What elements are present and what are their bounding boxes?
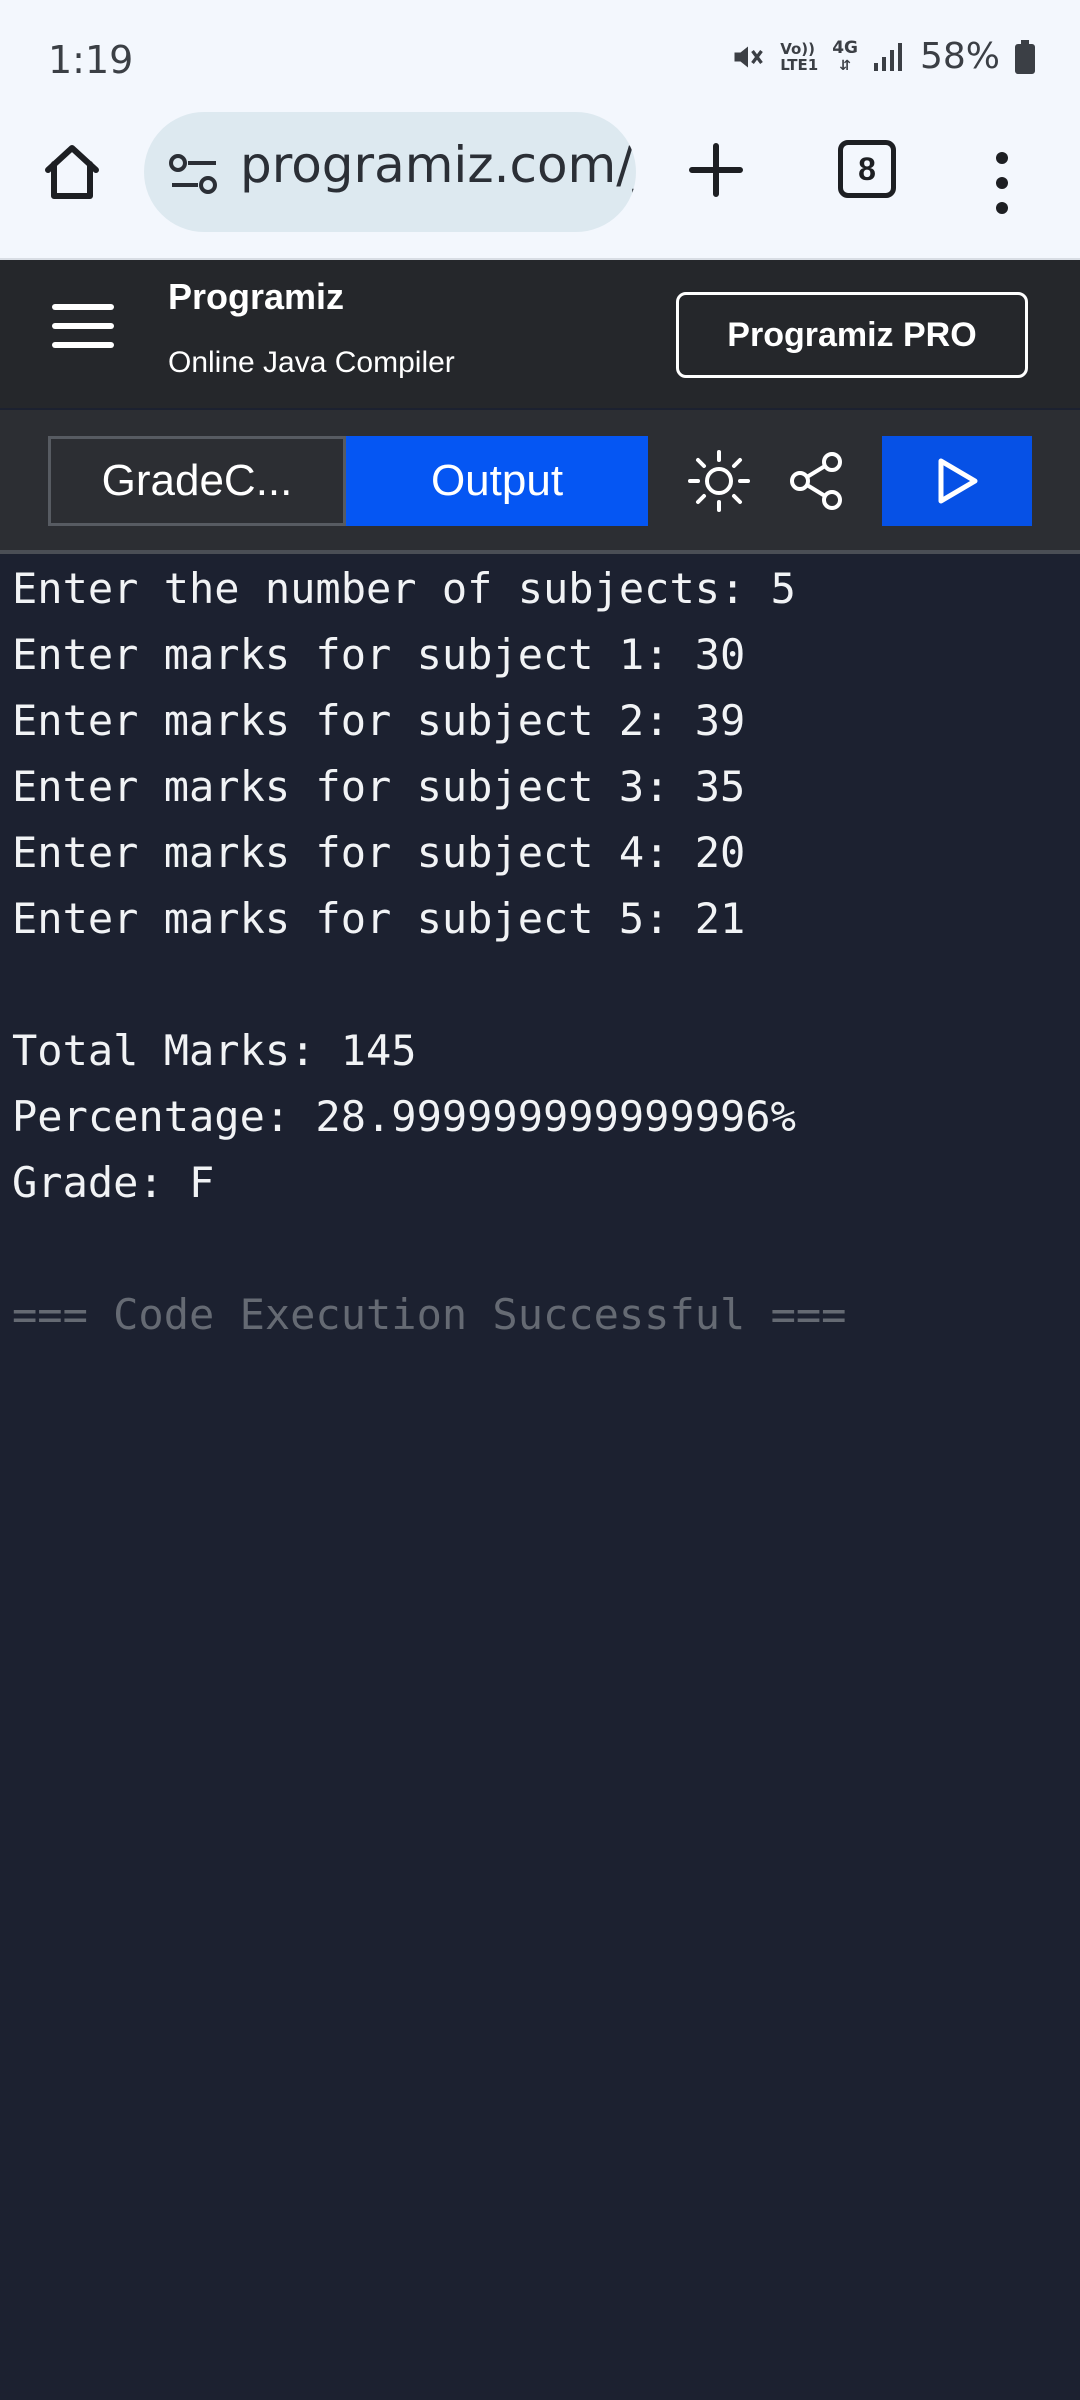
browser-toolbar: programiz.com/ja 8 bbox=[0, 110, 1080, 260]
url-bar[interactable]: programiz.com/ja bbox=[144, 112, 636, 232]
console-line: Enter marks for subject 5: 21 bbox=[12, 894, 746, 943]
console-line: Grade: F bbox=[12, 1158, 215, 1207]
network-label: Vo)) LTE1 bbox=[780, 39, 819, 74]
programiz-logo[interactable]: Programiz bbox=[168, 276, 344, 318]
console-line: Enter marks for subject 3: 35 bbox=[12, 762, 746, 811]
output-console: Enter the number of subjects: 5 Enter ma… bbox=[0, 556, 1080, 2400]
status-icons: Vo)) LTE1 4G ⇵ 58% bbox=[730, 36, 1036, 77]
play-icon bbox=[938, 458, 978, 504]
data-4g-indicator: 4G ⇵ bbox=[832, 37, 858, 74]
more-options-icon[interactable] bbox=[990, 148, 1014, 218]
battery-percent: 58% bbox=[919, 36, 1000, 77]
hamburger-menu-icon[interactable] bbox=[52, 302, 114, 350]
page-subtitle: Online Java Compiler bbox=[168, 346, 455, 379]
mute-icon bbox=[734, 46, 764, 67]
theme-toggle-icon[interactable] bbox=[686, 448, 752, 514]
console-line: Enter marks for subject 2: 39 bbox=[12, 696, 746, 745]
status-bar: 1:19 Vo)) LTE1 4G ⇵ 58% bbox=[0, 0, 1080, 110]
programiz-pro-button[interactable]: Programiz PRO bbox=[676, 292, 1028, 378]
tab-file[interactable]: GradeC... bbox=[48, 436, 346, 526]
console-line: Total Marks: 145 bbox=[12, 1026, 417, 1075]
console-line: Enter marks for subject 4: 20 bbox=[12, 828, 746, 877]
share-icon[interactable] bbox=[784, 448, 850, 514]
home-icon[interactable] bbox=[40, 140, 104, 204]
tab-switcher-button[interactable]: 8 bbox=[838, 140, 896, 198]
url-text[interactable]: programiz.com/ja bbox=[240, 136, 636, 194]
run-button[interactable] bbox=[882, 436, 1032, 526]
site-settings-icon[interactable] bbox=[168, 152, 220, 196]
status-time: 1:19 bbox=[48, 38, 134, 82]
console-status-line: === Code Execution Successful === bbox=[12, 1290, 847, 1339]
console-line: Enter the number of subjects: 5 bbox=[12, 564, 796, 613]
battery-icon bbox=[1015, 39, 1035, 74]
console-line: Percentage: 28.999999999999996% bbox=[12, 1092, 796, 1141]
console-line: Enter marks for subject 1: 30 bbox=[12, 630, 746, 679]
signal-icon bbox=[873, 42, 902, 71]
tab-output[interactable]: Output bbox=[346, 436, 648, 526]
new-tab-icon[interactable] bbox=[684, 138, 748, 202]
